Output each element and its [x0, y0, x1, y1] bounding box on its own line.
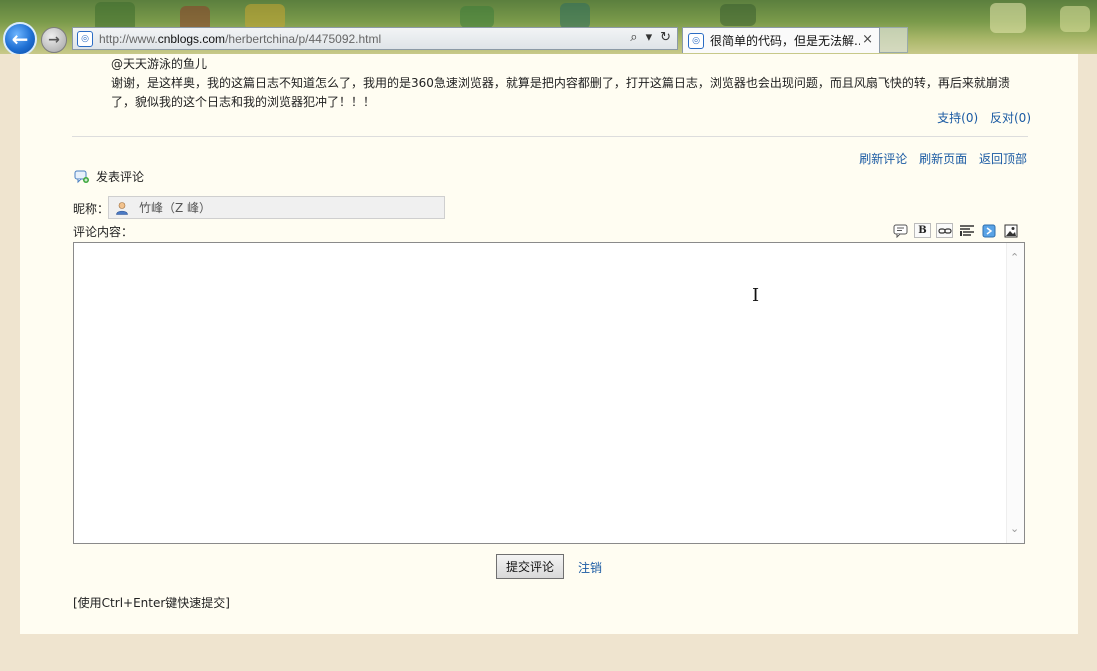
image-icon[interactable]	[1002, 223, 1019, 238]
quote-icon[interactable]	[892, 223, 909, 238]
site-favicon-icon: ◎	[77, 30, 93, 47]
tab-title: 很简单的代码，但是无法解...	[710, 34, 860, 48]
forward-button[interactable]: →	[41, 27, 67, 53]
comment-textarea[interactable]	[74, 243, 1004, 541]
logout-link[interactable]: 注销	[578, 559, 602, 576]
code-icon[interactable]	[958, 223, 975, 238]
comment-item: @天天游泳的鱼儿 谢谢，是这样奥，我的这篇日志不知道怎么了，我用的是360急速浏…	[111, 56, 1031, 112]
text-cursor-icon: I	[752, 285, 760, 306]
back-button[interactable]: ←	[3, 22, 37, 54]
comment-add-icon	[74, 170, 89, 183]
forward-arrow-icon: →	[48, 32, 60, 48]
refresh-icon[interactable]: ↻	[660, 30, 671, 45]
comment-vote: 支持(0) 反对(0)	[929, 109, 1031, 126]
back-to-top-link[interactable]: 返回顶部	[979, 152, 1027, 166]
bold-icon[interactable]: B	[914, 223, 931, 238]
oppose-link[interactable]: 反对(0)	[990, 111, 1031, 125]
insert-icon[interactable]	[980, 223, 997, 238]
divider	[72, 136, 1028, 137]
link-icon[interactable]	[936, 223, 953, 238]
content-label: 评论内容：	[73, 225, 134, 239]
nickname-label: 昵称：	[73, 202, 110, 216]
scroll-down-icon[interactable]: ⌄	[1010, 522, 1019, 535]
tab-close-icon[interactable]: ×	[862, 32, 873, 47]
post-comment-title: 发表评论	[74, 168, 144, 185]
back-arrow-icon: ←	[11, 27, 29, 51]
new-tab-button[interactable]	[880, 27, 908, 53]
comment-editor: ⌃ ⌄ I	[73, 242, 1025, 544]
search-icon[interactable]: ⌕	[630, 30, 637, 45]
support-link[interactable]: 支持(0)	[937, 111, 978, 125]
post-comment-label: 发表评论	[96, 170, 145, 184]
comment-author: @天天游泳的鱼儿	[111, 57, 208, 71]
editor-toolbar: B	[892, 223, 1019, 238]
dropdown-icon[interactable]: ▾	[646, 30, 653, 45]
browser-tab[interactable]: ◎ 很简单的代码，但是无法解... ×	[682, 27, 880, 53]
refresh-page-link[interactable]: 刷新页面	[919, 152, 967, 166]
nickname-value: 竹峰（Z 峰）	[139, 201, 212, 215]
url-text: http://www.cnblogs.com/herbertchina/p/44…	[99, 31, 382, 46]
comment-actions: 刷新评论 刷新页面 返回顶部	[851, 150, 1027, 167]
scroll-up-icon[interactable]: ⌃	[1010, 251, 1019, 264]
address-bar[interactable]: ◎ http://www.cnblogs.com/herbertchina/p/…	[72, 27, 678, 50]
refresh-comments-link[interactable]: 刷新评论	[859, 152, 907, 166]
tab-favicon-icon: ◎	[688, 32, 704, 49]
submit-comment-button[interactable]: 提交评论	[496, 554, 564, 579]
comment-text: 谢谢，是这样奥，我的这篇日志不知道怎么了，我用的是360急速浏览器，就算是把内容…	[111, 76, 1010, 109]
textarea-scrollbar[interactable]: ⌃ ⌄	[1006, 243, 1024, 543]
nickname-field[interactable]: 竹峰（Z 峰）	[108, 196, 445, 219]
user-icon	[116, 201, 128, 215]
page-content: @天天游泳的鱼儿 谢谢，是这样奥，我的这篇日志不知道怎么了，我用的是360急速浏…	[20, 54, 1078, 634]
browser-chrome: ← → ◎ http://www.cnblogs.com/herbertchin…	[0, 0, 1097, 54]
page-background	[0, 634, 1097, 671]
shortcut-hint: [使用Ctrl+Enter键快速提交]	[73, 596, 230, 610]
